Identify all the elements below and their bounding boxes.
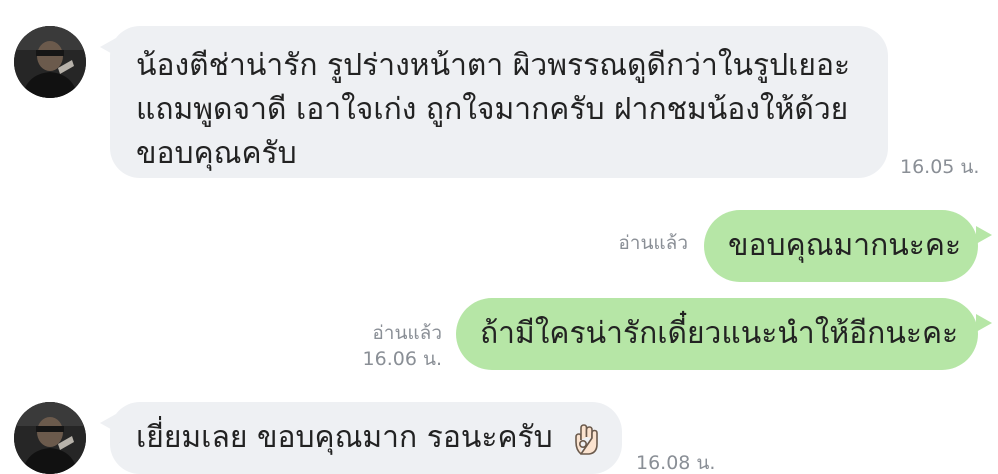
contact-avatar[interactable] (14, 402, 86, 474)
outgoing-message-bubble[interactable]: ถ้ามีใครน่ารักเดี๋ยวแนะนำให้อีกนะคะ (456, 298, 978, 370)
read-receipt: อ่านแล้ว (618, 232, 688, 254)
bubble-tail (976, 314, 992, 332)
message-text-line: ขอบคุณครับ (136, 136, 297, 171)
avatar-photo (14, 26, 86, 98)
message-text: ขอบคุณมากนะคะ (728, 228, 962, 263)
message-meta: อ่านแล้ว 16.06 น. (340, 320, 442, 372)
message-text: เยี่ยมเลย ขอบคุณมาก รอนะครับ (136, 420, 553, 455)
outgoing-message-bubble[interactable]: ขอบคุณมากนะคะ (704, 210, 978, 282)
read-receipt: อ่านแล้ว (372, 322, 442, 344)
message-text: ถ้ามีใครน่ารักเดี๋ยวแนะนำให้อีกนะคะ (480, 316, 959, 351)
ok-hand-emoji-icon (572, 422, 602, 456)
message-timestamp: 16.05 น. (900, 156, 980, 178)
message-text-line: น้องตีช่าน่ารัก รูปร่างหน้าตา ผิวพรรณดูด… (136, 48, 851, 83)
message-text-line: แถมพูดจาดี เอาใจเก่ง ถูกใจมากครับ ฝากชมน… (136, 92, 849, 127)
bubble-tail (976, 226, 992, 244)
message-timestamp: 16.06 น. (362, 348, 442, 370)
contact-avatar[interactable] (14, 26, 86, 98)
chat-area: น้องตีช่าน่ารัก รูปร่างหน้าตา ผิวพรรณดูด… (0, 0, 998, 474)
message-timestamp: 16.08 น. (636, 452, 716, 474)
incoming-message-bubble[interactable]: น้องตีช่าน่ารัก รูปร่างหน้าตา ผิวพรรณดูด… (110, 26, 888, 178)
avatar-photo (14, 402, 86, 474)
incoming-message-bubble[interactable]: เยี่ยมเลย ขอบคุณมาก รอนะครับ (110, 402, 622, 474)
